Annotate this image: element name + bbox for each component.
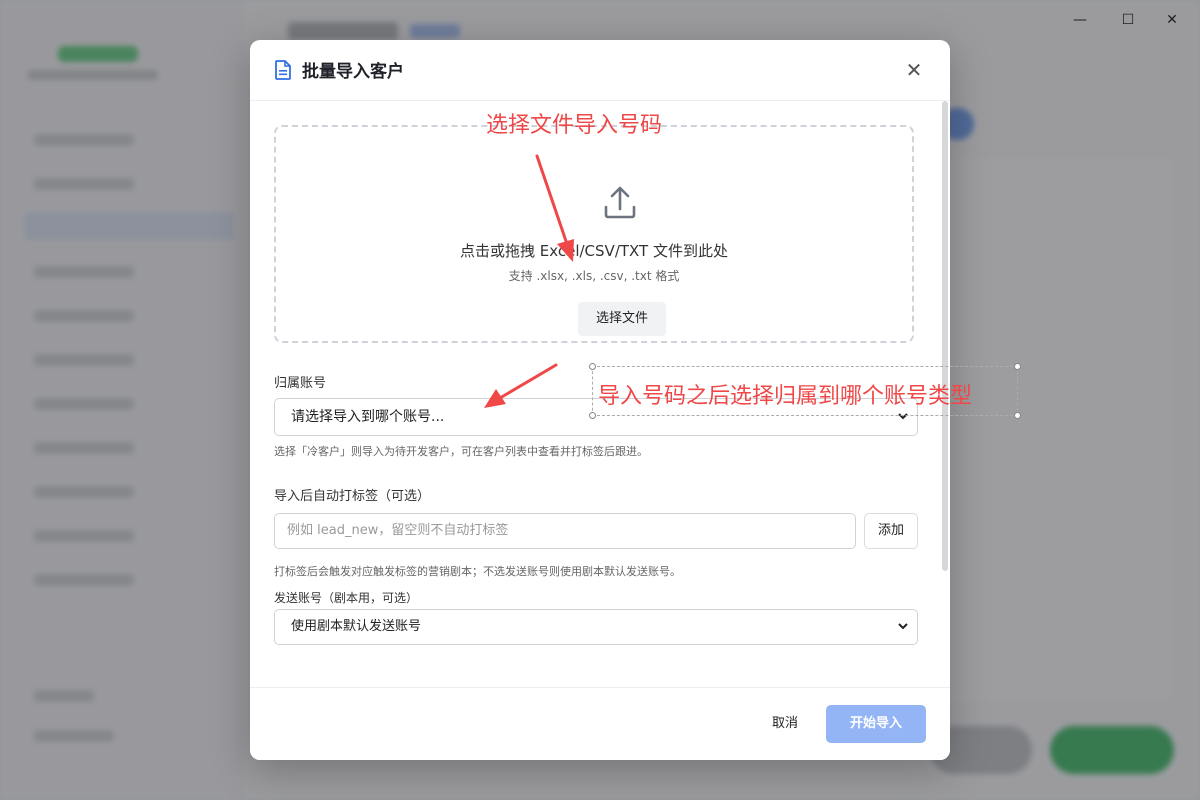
choose-file-button[interactable]: 选择文件: [578, 302, 666, 336]
dialog-scrollbar[interactable]: [942, 101, 948, 571]
account-hint: 选择「冷客户」则导入为待开发客户，可在客户列表中查看并打标签后跟进。: [274, 445, 648, 458]
window-close-button[interactable]: ✕: [1160, 10, 1184, 30]
file-dropzone[interactable]: 点击或拖拽 Excel/CSV/TXT 文件到此处 支持 .xlsx, .xls…: [274, 125, 914, 343]
window-maximize-button[interactable]: ☐: [1116, 10, 1140, 30]
send-account-label: 发送账号（剧本用，可选）: [274, 591, 419, 605]
tag-input[interactable]: 例如 lead_new，留空则不自动打标签: [274, 513, 856, 549]
upload-icon: [604, 186, 636, 219]
tags-hint: 打标签后会触发对应触发标签的营销剧本；不选发送账号则使用剧本默认发送账号。: [274, 565, 681, 578]
dropzone-instructions: 点击或拖拽 Excel/CSV/TXT 文件到此处: [460, 242, 728, 260]
annotation-select-account: 导入号码之后选择归属到哪个账号类型: [598, 384, 973, 409]
account-select-placeholder: 请选择导入到哪个账号...: [291, 409, 445, 425]
chevron-down-icon: [897, 610, 909, 657]
resize-handle[interactable]: [1014, 412, 1021, 419]
close-icon[interactable]: ✕: [902, 58, 926, 82]
add-tag-button[interactable]: 添加: [864, 513, 918, 549]
account-label: 归属账号: [274, 376, 327, 391]
resize-handle[interactable]: [589, 412, 596, 419]
dialog-title: 批量导入客户: [302, 62, 404, 82]
start-import-button[interactable]: 开始导入: [826, 705, 926, 743]
resize-handle[interactable]: [1014, 363, 1021, 370]
tags-label: 导入后自动打标签（可选）: [274, 489, 431, 504]
resize-handle[interactable]: [589, 363, 596, 370]
annotation-choose-file: 选择文件导入号码: [486, 113, 663, 138]
send-account-select-value: 使用剧本默认发送账号: [291, 619, 422, 634]
spreadsheet-file-icon: [275, 60, 291, 80]
cancel-button[interactable]: 取消: [760, 706, 810, 742]
dialog-header: 批量导入客户 ✕: [250, 40, 950, 101]
dropzone-supported-formats: 支持 .xlsx, .xls, .csv, .txt 格式: [508, 269, 680, 283]
send-account-select[interactable]: 使用剧本默认发送账号: [274, 609, 918, 645]
dialog-footer: 取消 开始导入: [250, 687, 950, 760]
window-minimize-button[interactable]: —: [1068, 10, 1092, 30]
